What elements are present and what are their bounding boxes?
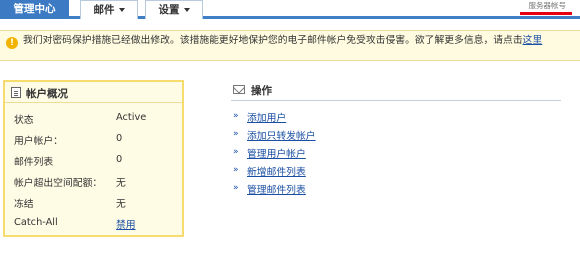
list-item: » 管理用户帐户 [233, 144, 533, 162]
row-value: 0 [116, 133, 123, 144]
notice-bar: ! 我们对密码保护措施已经做出修改。该措施能更好地保护您的电子邮件帐户免受攻击侵… [0, 30, 580, 61]
add-user-link[interactable]: 添加用户 [247, 110, 286, 124]
divider [231, 100, 561, 101]
row-label: Catch-All [14, 217, 58, 228]
notice-text: 我们对密码保护措施已经做出修改。该措施能更好地保护您的电子邮件帐户免受攻击侵害。… [23, 35, 575, 47]
tab-label: 管理中心 [13, 3, 56, 15]
highlight-underline [520, 12, 572, 15]
operations-title: 操作 [251, 85, 272, 97]
tab-label: 邮件 [93, 4, 115, 16]
account-overview-panel: 帐户概况 状态 Active 用户帐户： 0 邮件列表 0 帐户超出空间配额： … [3, 80, 184, 237]
account-row-over-quota: 帐户超出空间配额： 无 [5, 171, 182, 192]
envelope-icon [233, 85, 245, 94]
account-row-user-accounts: 用户帐户： 0 [5, 129, 182, 150]
tab-settings[interactable]: 设置 [145, 0, 203, 19]
arrow-bullet-icon: » [233, 165, 239, 175]
arrow-bullet-icon: » [233, 129, 239, 139]
top-right-account-link[interactable]: 服务器帐号 [529, 0, 567, 11]
account-row-catch-all: Catch-All 禁用 [5, 213, 182, 234]
row-label: 冻结 [14, 199, 34, 210]
row-value: 0 [116, 154, 123, 165]
account-overview-rows: 状态 Active 用户帐户： 0 邮件列表 0 帐户超出空间配额： 无 冻结 … [5, 108, 182, 234]
list-item: » 添加用户 [233, 108, 533, 126]
arrow-bullet-icon: » [233, 183, 239, 193]
arrow-bullet-icon: » [233, 111, 239, 121]
tab-mail[interactable]: 邮件 [80, 0, 138, 19]
tab-label: 设置 [158, 4, 180, 16]
account-row-mailing-lists: 邮件列表 0 [5, 150, 182, 171]
tab-admin-center[interactable]: 管理中心 [0, 0, 69, 19]
operations-list: » 添加用户 » 添加只转发帐户 » 管理用户帐户 » 新增邮件列表 » 管理邮… [233, 108, 533, 198]
account-overview-header: 帐户概况 [5, 82, 182, 103]
caret-down-icon [183, 8, 190, 12]
catch-all-disabled-link[interactable]: 禁用 [116, 217, 136, 231]
account-overview-title: 帐户概况 [26, 88, 68, 100]
notice-message: 我们对密码保护措施已经做出修改。该措施能更好地保护您的电子邮件帐户免受攻击侵害。… [23, 35, 523, 46]
row-label: 状态 [14, 115, 34, 126]
arrow-bullet-icon: » [233, 147, 239, 157]
document-icon [11, 87, 21, 98]
row-label: 帐户超出空间配额： [14, 178, 103, 189]
list-item: » 添加只转发帐户 [233, 126, 533, 144]
notice-here-link[interactable]: 这里 [523, 35, 543, 46]
top-nav: 管理中心 邮件 设置 服务器帐号 [0, 0, 580, 19]
caret-down-icon [118, 8, 125, 12]
row-value: 无 [116, 178, 126, 189]
list-item: » 管理邮件列表 [233, 180, 533, 198]
account-row-frozen: 冻结 无 [5, 192, 182, 213]
operations-header: 操作 [231, 82, 561, 98]
list-item: » 新增邮件列表 [233, 162, 533, 180]
manage-mailing-lists-link[interactable]: 管理邮件列表 [247, 182, 306, 196]
add-mailing-list-link[interactable]: 新增邮件列表 [247, 164, 306, 178]
row-value: 无 [116, 199, 126, 210]
row-value: Active [116, 112, 147, 123]
account-row-status: 状态 Active [5, 108, 182, 129]
operations-panel: 操作 » 添加用户 » 添加只转发帐户 » 管理用户帐户 » 新增邮件列表 » … [231, 82, 561, 196]
row-label: 邮件列表 [14, 157, 54, 168]
info-icon: ! [6, 37, 18, 49]
row-label: 用户帐户： [14, 136, 63, 147]
manage-user-accounts-link[interactable]: 管理用户帐户 [247, 146, 306, 160]
add-forward-only-account-link[interactable]: 添加只转发帐户 [247, 128, 316, 142]
